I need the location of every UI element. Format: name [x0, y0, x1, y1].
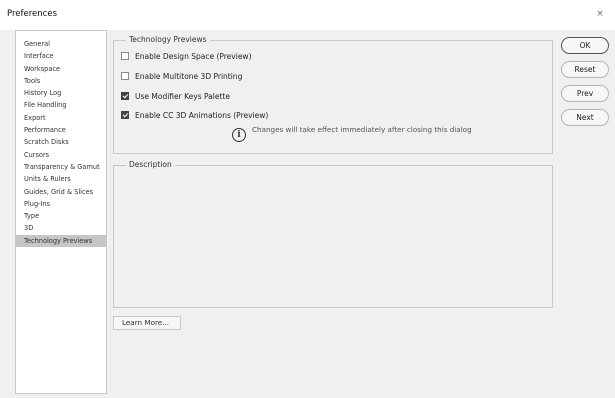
option-multitone-3d-printing[interactable]: Enable Multitone 3D Printing [121, 70, 242, 82]
description-legend: Description [126, 160, 175, 169]
sidebar-item-history-log[interactable]: History Log [16, 87, 106, 99]
sidebar-item-3d[interactable]: 3D [16, 222, 106, 234]
sidebar-item-file-handling[interactable]: File Handling [16, 99, 106, 111]
cc-3d-animations-label: Enable CC 3D Animations (Preview) [135, 110, 269, 120]
next-button[interactable]: Next [561, 109, 609, 126]
ok-button[interactable]: OK [561, 37, 609, 54]
modifier-keys-palette-label: Use Modifier Keys Palette [135, 91, 230, 101]
design-space-label: Enable Design Space (Preview) [135, 51, 252, 61]
learn-more-button[interactable]: Learn More... [113, 316, 181, 330]
option-modifier-keys-palette[interactable]: Use Modifier Keys Palette [121, 90, 230, 102]
sidebar-item-general[interactable]: General [16, 38, 106, 50]
sidebar-item-guides-grid-slices[interactable]: Guides, Grid & Slices [16, 186, 106, 198]
description-group: Description [113, 160, 553, 308]
sidebar-item-cursors[interactable]: Cursors [16, 149, 106, 161]
multitone-3d-printing-checkbox[interactable] [121, 72, 129, 80]
sidebar-item-transparency-gamut[interactable]: Transparency & Gamut [16, 161, 106, 173]
reset-button[interactable]: Reset [561, 61, 609, 78]
sidebar-item-type[interactable]: Type [16, 210, 106, 222]
option-design-space[interactable]: Enable Design Space (Preview) [121, 50, 252, 62]
option-cc-3d-animations[interactable]: Enable CC 3D Animations (Preview) [121, 109, 268, 121]
sidebar-item-interface[interactable]: Interface [16, 50, 106, 62]
sidebar-item-export[interactable]: Export [16, 112, 106, 124]
restart-notice: i Changes will take effect immediately a… [232, 125, 472, 142]
multitone-3d-printing-label: Enable Multitone 3D Printing [135, 71, 243, 81]
prev-button[interactable]: Prev [561, 85, 609, 102]
window-title: Preferences [7, 9, 57, 19]
sidebar-item-technology-previews[interactable]: Technology Previews [16, 234, 106, 248]
design-space-checkbox[interactable] [121, 52, 129, 60]
info-circle-icon: i [232, 128, 246, 142]
technology-previews-legend: Technology Previews [126, 35, 210, 44]
sidebar-item-units-rulers[interactable]: Units & Rulers [16, 173, 106, 185]
sidebar-item-workspace[interactable]: Workspace [16, 63, 106, 75]
sidebar-item-plug-ins[interactable]: Plug-Ins [16, 198, 106, 210]
technology-previews-group: Technology Previews Enable Design Space … [113, 35, 553, 154]
sidebar-item-performance[interactable]: Performance [16, 124, 106, 136]
sidebar-item-tools[interactable]: Tools [16, 75, 106, 87]
close-icon[interactable]: × [595, 9, 605, 19]
sidebar-item-scratch-disks[interactable]: Scratch Disks [16, 136, 106, 148]
cc-3d-animations-checkbox[interactable] [121, 111, 129, 119]
modifier-keys-palette-checkbox[interactable] [121, 92, 129, 100]
title-bar: Preferences × [0, 0, 615, 30]
restart-notice-text: Changes will take effect immediately aft… [252, 125, 472, 134]
preferences-sidebar: General Interface Workspace Tools Histor… [15, 30, 107, 394]
